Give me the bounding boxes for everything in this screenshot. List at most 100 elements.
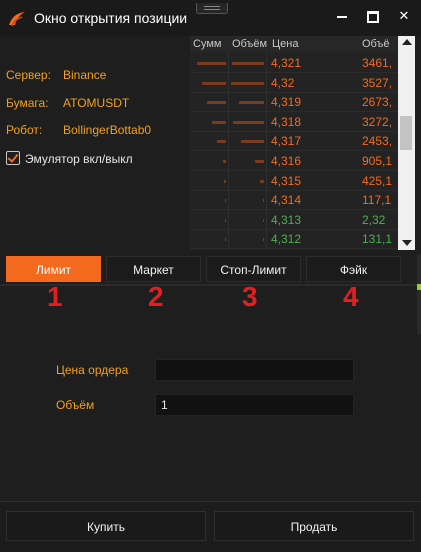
order-book-row[interactable]: 4,313 2,32: [190, 209, 398, 230]
col-sum-header[interactable]: Сумм: [193, 38, 221, 50]
order-book-header: Сумм Объём Цена Объё: [190, 36, 398, 52]
order-book-row[interactable]: 4,312 131,1: [190, 229, 398, 250]
volume-cell: 3527,: [362, 75, 393, 90]
tab-fake[interactable]: Фэйк: [306, 256, 401, 282]
tab-market[interactable]: Маркет: [106, 256, 201, 282]
tab-number-4: 4: [343, 281, 359, 312]
order-book-row[interactable]: 4,316 905,1: [190, 151, 398, 171]
sum-bar: [207, 101, 226, 105]
robot-value: BollingerBottab0: [63, 123, 152, 137]
tab-number-2: 2: [148, 281, 164, 312]
security-label: Бумага:: [6, 96, 49, 110]
volume-cell: 2,32: [362, 212, 386, 227]
volume-bar: [233, 120, 264, 124]
title-bar: Окно открытия позиции ✕: [0, 0, 421, 36]
volume-bar-cell: [228, 229, 267, 249]
sum-cell: [192, 111, 229, 131]
scroll-up-icon[interactable]: [402, 39, 412, 45]
close-button[interactable]: ✕: [390, 4, 418, 28]
order-book-row[interactable]: 4,318 3272,: [190, 111, 398, 132]
volume-bar: [263, 238, 264, 242]
scroll-down-icon[interactable]: [402, 240, 412, 246]
drag-handle-icon[interactable]: [196, 3, 228, 14]
price-cell: 4,314: [271, 193, 302, 208]
order-book-row[interactable]: 4,315 425,1: [190, 170, 398, 191]
order-book-row[interactable]: 4,319 2673,: [190, 92, 398, 113]
volume-bar: [260, 179, 264, 183]
price-cell: 4,318: [271, 114, 302, 129]
sum-bar: [223, 160, 226, 163]
order-volume-label: Объём: [56, 398, 95, 412]
price-cell: 4,317: [271, 134, 302, 149]
buy-button[interactable]: Купить: [6, 511, 206, 541]
volume-cell: 2453,: [362, 134, 393, 149]
volume-cell: 2673,: [362, 95, 393, 110]
order-price-input[interactable]: [155, 359, 354, 381]
minimize-icon: [337, 15, 347, 18]
volume-cell: 425,1: [362, 173, 393, 188]
order-volume-input[interactable]: [155, 394, 354, 416]
emulator-checkbox[interactable]: [6, 151, 20, 165]
maximize-button[interactable]: [359, 4, 387, 28]
price-cell: 4,32: [271, 75, 295, 90]
order-book-row[interactable]: 4,317 2453,: [190, 131, 398, 152]
tab-limit[interactable]: Лимит: [6, 256, 101, 282]
sum-cell: [192, 53, 229, 72]
volume-bar-cell: [228, 209, 267, 229]
price-cell: 4,312: [271, 232, 302, 247]
order-book-row[interactable]: 4,321 3461,: [190, 53, 398, 73]
volume-bar-cell: [228, 72, 267, 92]
order-book: Сумм Объём Цена Объё 4,321 3461, 4,32 3527,…: [190, 36, 398, 250]
volume-bar: [232, 62, 264, 65]
volume-bar-cell: [228, 92, 267, 112]
sum-bar: [225, 238, 226, 242]
order-book-row[interactable]: 4,32 3527,: [190, 72, 398, 93]
price-cell: 4,315: [271, 173, 302, 188]
order-book-row[interactable]: 4,314 117,1: [190, 190, 398, 211]
sum-bar: [202, 81, 226, 85]
volume-bar-cell: [228, 53, 267, 72]
order-type-tabs: Лимит Маркет Стоп-Лимит Фэйк: [0, 254, 421, 284]
robot-label: Робот:: [6, 123, 43, 137]
price-cell: 4,319: [271, 95, 302, 110]
volume-cell: 3461,: [362, 56, 393, 70]
tab-number-3: 3: [242, 281, 258, 312]
volume-bar: [239, 101, 264, 105]
scroll-thumb[interactable]: [400, 116, 412, 150]
robot-row: Робот: BollingerBottab0: [6, 123, 151, 137]
sum-bar: [212, 120, 226, 124]
tab-number-1: 1: [47, 281, 63, 312]
server-value: Binance: [63, 68, 107, 82]
col-volume2-header[interactable]: Объё: [362, 38, 389, 50]
volume-bar: [263, 218, 264, 222]
col-price-header[interactable]: Цена: [272, 38, 298, 50]
security-value: ATOMUSDT: [63, 96, 130, 110]
price-cell: 4,316: [271, 154, 302, 168]
order-price-label: Цена ордера: [56, 363, 129, 377]
minimize-button[interactable]: [328, 4, 356, 28]
volume-bar: [241, 140, 264, 144]
volume-bar: [255, 160, 264, 163]
emulator-label: Эмулятор вкл/выкл: [25, 152, 133, 166]
maximize-icon: [367, 10, 379, 23]
volume-bar-cell: [228, 131, 267, 151]
sum-cell: [192, 131, 229, 151]
col-volume-header[interactable]: Объём: [232, 38, 267, 50]
emulator-toggle[interactable]: Эмулятор вкл/выкл: [6, 151, 133, 166]
tab-stop-limit[interactable]: Стоп-Лимит: [206, 256, 301, 282]
server-label: Сервер:: [6, 68, 51, 82]
sum-cell: [192, 170, 229, 190]
sell-button[interactable]: Продать: [214, 511, 414, 541]
sum-cell: [192, 151, 229, 170]
sum-cell: [192, 190, 229, 210]
price-cell: 4,313: [271, 212, 302, 227]
volume-cell: 3272,: [362, 114, 393, 129]
sum-cell: [192, 209, 229, 229]
sum-bar: [224, 179, 226, 183]
sum-cell: [192, 92, 229, 112]
window-title: Окно открытия позиции: [34, 10, 188, 26]
order-book-scrollbar[interactable]: [398, 36, 415, 250]
close-icon: ✕: [398, 8, 410, 23]
server-row: Сервер: Binance: [6, 68, 106, 82]
volume-bar-cell: [228, 111, 267, 131]
